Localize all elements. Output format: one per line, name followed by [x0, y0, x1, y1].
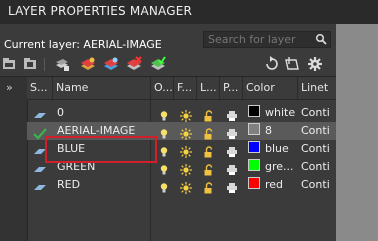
- table-header: S... Name O... F... L... P... Color Line…: [27, 77, 336, 100]
- unlock-icon[interactable]: [203, 143, 215, 158]
- color-name: gre...: [265, 160, 294, 173]
- color-cell[interactable]: gre...: [245, 158, 298, 176]
- new-layer-vp-frozen-icon[interactable]: [103, 56, 119, 72]
- color-swatch: [248, 177, 260, 189]
- settings-icon[interactable]: [307, 56, 323, 72]
- search-box[interactable]: [203, 31, 331, 48]
- plot-icon[interactable]: [226, 107, 238, 121]
- col-status[interactable]: S...: [27, 77, 53, 99]
- color-swatch: [248, 159, 260, 171]
- col-freeze[interactable]: F...: [174, 77, 197, 99]
- color-cell[interactable]: red: [245, 176, 298, 194]
- bulb-icon[interactable]: [158, 179, 170, 193]
- layer-states-manager-icon[interactable]: [54, 56, 70, 72]
- color-cell[interactable]: white: [245, 104, 298, 122]
- sun-icon[interactable]: [180, 125, 192, 140]
- plot-icon[interactable]: [226, 125, 238, 139]
- set-current-icon[interactable]: [150, 56, 166, 72]
- refresh-icon[interactable]: [264, 56, 280, 72]
- palette-side-bar[interactable]: [336, 0, 378, 241]
- current-layer-label: Current layer: AERIAL-IMAGE: [4, 38, 162, 51]
- col-name[interactable]: Name: [53, 77, 151, 99]
- layer-name[interactable]: 0: [53, 104, 151, 122]
- highlight-box: [45, 136, 157, 163]
- bulb-icon[interactable]: [158, 125, 170, 139]
- filter-tree-strip: »: [0, 77, 28, 241]
- linetype-cell[interactable]: Conti: [298, 176, 336, 194]
- new-layer-icon[interactable]: [80, 56, 96, 72]
- new-group-filter-icon[interactable]: [22, 56, 38, 72]
- layer-panel: Current layer: AERIAL-IMAGE Search for l…: [0, 24, 336, 241]
- search-input[interactable]: [206, 32, 318, 47]
- linetype-cell[interactable]: Conti: [298, 158, 336, 176]
- unlock-icon[interactable]: [203, 179, 215, 194]
- table-row[interactable]: 0 white Conti: [27, 104, 336, 122]
- col-linetype[interactable]: Linet: [298, 77, 336, 99]
- sun-icon[interactable]: [180, 179, 192, 194]
- color-cell[interactable]: blue: [245, 140, 298, 158]
- col-lock[interactable]: L...: [197, 77, 220, 99]
- linetype-cell[interactable]: Conti: [298, 140, 336, 158]
- table-row[interactable]: RED red Conti: [27, 176, 336, 194]
- unlock-icon[interactable]: [203, 161, 215, 176]
- layer-status-icon: [33, 107, 47, 119]
- unlock-icon[interactable]: [203, 125, 215, 140]
- color-name: white: [265, 106, 296, 119]
- sun-icon[interactable]: [180, 161, 192, 176]
- new-property-filter-icon[interactable]: [2, 56, 18, 72]
- linetype-cell[interactable]: Conti: [298, 122, 336, 140]
- color-name: 8: [265, 124, 272, 137]
- bulb-icon[interactable]: [158, 143, 170, 157]
- col-color[interactable]: Color: [243, 77, 298, 99]
- delete-layer-icon[interactable]: [126, 56, 142, 72]
- bulb-icon[interactable]: [158, 107, 170, 121]
- linetype-cell[interactable]: Conti: [298, 104, 336, 122]
- col-on[interactable]: O...: [151, 77, 174, 99]
- color-swatch: [248, 105, 260, 117]
- color-name: blue: [265, 142, 289, 155]
- layer-toolbar: [0, 56, 336, 74]
- plot-icon[interactable]: [226, 161, 238, 175]
- plot-icon[interactable]: [226, 179, 238, 193]
- layer-transparency-icon[interactable]: [284, 56, 300, 72]
- sun-icon[interactable]: [180, 143, 192, 158]
- search-icon[interactable]: [315, 33, 327, 45]
- sun-icon[interactable]: [180, 107, 192, 122]
- layer-status-icon: [33, 179, 47, 191]
- layer-name[interactable]: RED: [53, 176, 151, 194]
- color-swatch: [248, 123, 260, 135]
- color-swatch: [248, 141, 260, 153]
- col-plot[interactable]: P...: [220, 77, 243, 99]
- unlock-icon[interactable]: [203, 107, 215, 122]
- color-name: red: [265, 178, 284, 191]
- palette-title: LAYER PROPERTIES MANAGER: [0, 0, 336, 24]
- expand-chevron-icon[interactable]: »: [6, 81, 13, 94]
- color-cell[interactable]: 8: [245, 122, 298, 140]
- bulb-icon[interactable]: [158, 161, 170, 175]
- plot-icon[interactable]: [226, 143, 238, 157]
